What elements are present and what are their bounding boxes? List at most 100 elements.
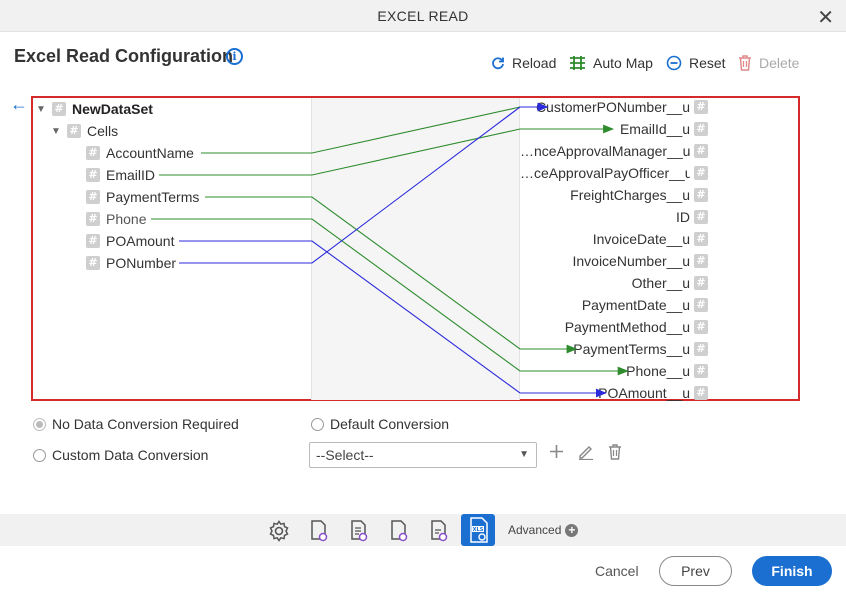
source-field[interactable]: # AccountName [86, 145, 194, 161]
source-field-label: POAmount [106, 233, 175, 249]
pencil-icon [579, 446, 593, 461]
target-field[interactable]: …nceApprovalManager__u [520, 143, 690, 161]
target-field-label: PaymentDate__u [581, 297, 690, 313]
delete-conversion-button[interactable] [608, 444, 622, 465]
close-icon[interactable]: ✕ [817, 5, 834, 30]
hash-icon: # [694, 298, 708, 312]
hash-icon: # [694, 276, 708, 290]
source-field[interactable]: # PONumber [86, 255, 176, 271]
add-button[interactable] [549, 444, 564, 464]
hash-icon: # [694, 364, 708, 378]
mapping-lines-area [311, 98, 520, 400]
hash-icon: # [694, 232, 708, 246]
hash-icon: # [86, 212, 100, 226]
radio-icon [33, 448, 46, 462]
target-field[interactable]: CustomerPONumber__u [520, 99, 690, 117]
target-field[interactable]: FreightCharges__u [520, 187, 690, 205]
default-conversion-radio[interactable]: Default Conversion [311, 416, 449, 432]
target-field-label: CustomerPONumber__u [535, 99, 690, 115]
hash-icon: # [694, 166, 708, 180]
target-field-label: ID [676, 209, 690, 225]
info-icon[interactable]: i [226, 48, 243, 65]
document-settings-icon[interactable] [387, 519, 413, 545]
source-field-label: Phone [106, 211, 147, 227]
reload-button[interactable]: Reload [491, 55, 556, 71]
tree-root[interactable]: ▼ # NewDataSet [36, 101, 153, 117]
source-field[interactable]: # PaymentTerms [86, 189, 199, 205]
conversion-select[interactable]: --Select-- ▼ [309, 442, 537, 468]
target-field-label: POAmount__u [598, 385, 690, 401]
target-field[interactable]: ID [520, 209, 690, 227]
title-bar: EXCEL READ ✕ [0, 0, 846, 32]
target-field-label: …nceApprovalManager__u [520, 143, 690, 159]
document-mapping-icon[interactable] [427, 519, 453, 545]
source-field-label: PONumber [106, 255, 177, 271]
reload-icon [492, 57, 504, 70]
target-field[interactable]: …ceApprovalPayOfficer__u [520, 165, 690, 183]
back-arrow-icon[interactable]: ← [10, 94, 28, 115]
advanced-button[interactable]: Advanced + [508, 523, 579, 537]
hash-icon: # [694, 144, 708, 158]
target-field[interactable]: PaymentDate__u [520, 297, 690, 315]
target-field-label: EmailId__u [619, 121, 690, 137]
target-field[interactable]: EmailId__u [520, 121, 690, 139]
custom-conversion-radio[interactable]: Custom Data Conversion [33, 447, 208, 463]
target-field-label: Phone__u [626, 363, 690, 379]
advanced-label: Advanced [508, 523, 562, 537]
reset-label: Reset [689, 55, 726, 71]
hash-icon: # [52, 102, 66, 116]
settings-gear-icon[interactable] [267, 519, 293, 545]
source-field-label: AccountName [106, 145, 194, 161]
target-field-label: PaymentMethod__u [564, 319, 690, 335]
finish-button[interactable]: Finish [752, 556, 832, 586]
target-field[interactable]: PaymentTerms__u [520, 341, 690, 359]
source-field[interactable]: # Phone [86, 211, 146, 227]
dropdown-arrow-icon: ▼ [519, 449, 529, 460]
tree-group-cells[interactable]: ▼ # Cells [51, 123, 118, 139]
target-field[interactable]: InvoiceDate__u [520, 231, 690, 249]
source-field-label: EmailID [106, 167, 156, 183]
auto-map-label: Auto Map [593, 55, 653, 71]
target-field[interactable]: Phone__u [520, 363, 690, 381]
target-field[interactable]: Other__u [520, 275, 690, 293]
hash-icon: # [67, 124, 81, 138]
hash-icon: # [694, 320, 708, 334]
expand-triangle-icon[interactable]: ▼ [36, 104, 46, 115]
document-list-gear-icon[interactable] [347, 519, 373, 545]
window-title: EXCEL READ [377, 8, 469, 24]
prev-button[interactable]: Prev [659, 556, 732, 586]
hash-icon: # [694, 122, 708, 136]
expand-triangle-icon[interactable]: ▼ [51, 126, 61, 137]
target-field[interactable]: InvoiceNumber__u [520, 253, 690, 271]
reload-label: Reload [512, 55, 557, 71]
hash-icon: # [86, 234, 100, 248]
source-field[interactable]: # POAmount [86, 233, 174, 249]
target-field-label: FreightCharges__u [570, 187, 690, 203]
target-field-label: InvoiceNumber__u [572, 253, 690, 269]
custom-conversion-label: Custom Data Conversion [52, 447, 209, 463]
trash-icon [739, 55, 751, 71]
excel-read-tab-icon[interactable]: XLS [461, 514, 495, 546]
target-field[interactable]: POAmount__u [520, 385, 690, 403]
conversion-select-value: --Select-- [316, 447, 374, 463]
document-gear-icon[interactable] [307, 519, 333, 545]
hash-icon: # [86, 256, 100, 270]
hash-icon: # [694, 100, 708, 114]
reset-button[interactable]: Reset [666, 55, 726, 71]
source-field[interactable]: # EmailID [86, 167, 155, 183]
no-conversion-label: No Data Conversion Required [52, 416, 239, 432]
source-field-label: PaymentTerms [106, 189, 200, 205]
hash-icon: # [694, 210, 708, 224]
cancel-button[interactable]: Cancel [595, 563, 639, 579]
hash-icon: # [694, 386, 708, 400]
edit-button[interactable] [578, 444, 594, 465]
auto-map-button[interactable]: Auto Map [569, 55, 653, 71]
plus-circle-icon: + [565, 523, 579, 537]
step-tab-bar [0, 514, 846, 546]
target-field-label: …ceApprovalPayOfficer__u [520, 165, 690, 181]
auto-map-icon [570, 56, 585, 70]
target-field[interactable]: PaymentMethod__u [520, 319, 690, 337]
hash-icon: # [694, 188, 708, 202]
delete-button[interactable]: Delete [738, 55, 799, 71]
no-conversion-radio[interactable]: No Data Conversion Required [33, 416, 239, 432]
